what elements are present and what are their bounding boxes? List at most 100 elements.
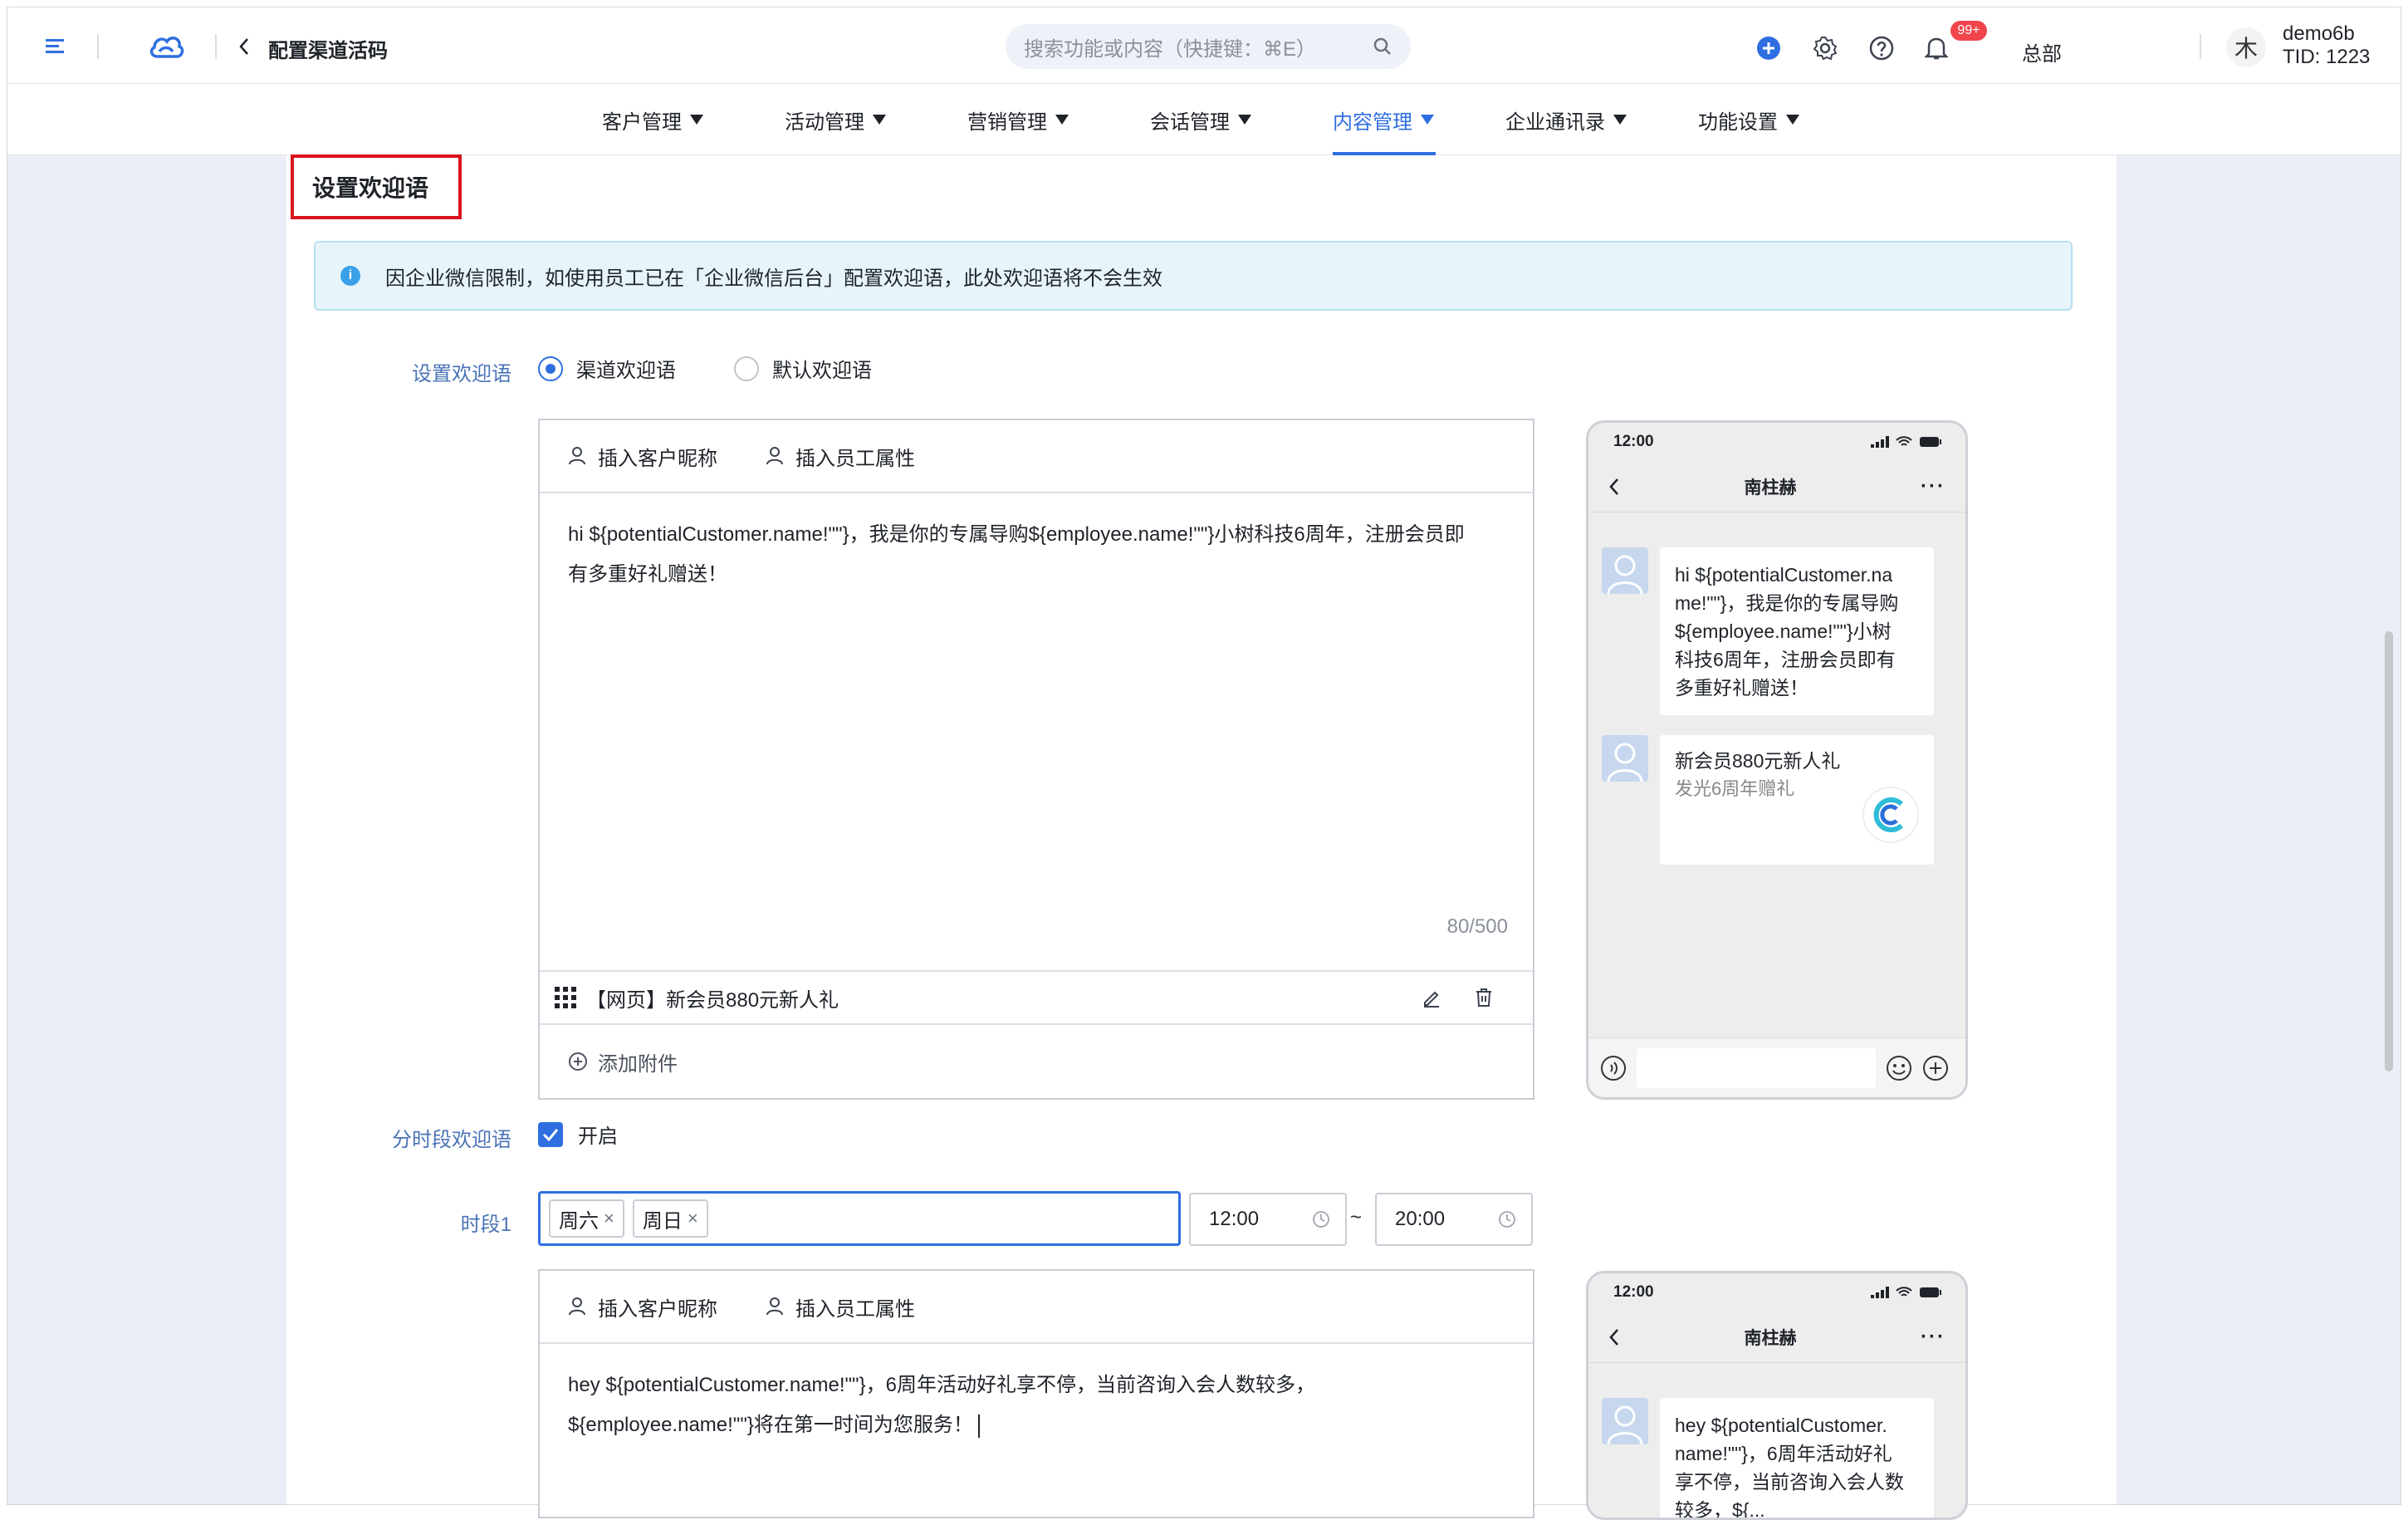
more-icon: ··· [1921,474,1945,498]
user-tid: TID: 1223 [2283,46,2371,68]
radio-channel-label[interactable]: 渠道欢迎语 [576,354,676,383]
timed-text-line: hey ${potentialCustomer.name!""}，6周年活动好礼… [568,1374,1315,1396]
back-arrow-icon [1609,478,1618,495]
user-name: demo6b [2283,22,2355,45]
end-time-picker[interactable]: 20:00 [1375,1193,1533,1246]
start-time-picker[interactable]: 12:00 [1189,1193,1347,1246]
user-icon [569,447,585,465]
radio-default-label[interactable]: 默认欢迎语 [772,354,872,383]
nav-feature-settings[interactable]: 功能设置 [1698,84,1799,155]
user-icon [766,447,783,465]
page-scrollbar[interactable] [2385,631,2393,1071]
close-icon[interactable]: × [604,1208,614,1229]
text-cursor [977,1414,980,1438]
insert-customer-label: 插入客户昵称 [598,447,717,470]
attachment-name: 【网页】新会员880元新人礼 [586,988,839,1012]
avatar[interactable]: 木 [2226,27,2266,67]
welcome-text-line: hi ${potentialCustomer.name!""}，我是你的专属导购… [568,523,1465,546]
edit-icon[interactable] [1422,988,1441,1008]
nav-content-management[interactable]: 内容管理 [1333,84,1434,155]
caret-down-icon [690,115,703,125]
info-icon: i [340,266,360,286]
bubble-line: ${employee.name!""}小树 [1675,620,1892,642]
attachment-actions [1422,988,1493,1008]
welcome-textarea[interactable]: hi ${potentialCustomer.name!""}，我是你的专属导购… [540,493,1533,970]
phone-input-bar [1588,1037,1965,1097]
add-attachment-button[interactable]: 添加附件 [540,1025,1533,1098]
day-tag: 周日 × [632,1199,708,1238]
nav-conversation-management[interactable]: 会话管理 [1150,84,1251,155]
org-switcher[interactable]: 总部 [2022,37,2062,66]
back-arrow-icon [1609,1328,1618,1346]
card-title: 新会员880元新人礼 [1675,750,1841,772]
main-nav: 客户管理 活动管理 营销管理 会话管理 内容管理 企业通讯录 功能设置 [7,84,2401,155]
phone-status-bar: 12:00 [1588,1273,1965,1312]
notification-badge: 99+ [1950,21,1987,41]
insert-customer-nickname-button[interactable]: 插入客户昵称 [568,1292,717,1321]
bell-icon[interactable] [1924,36,1949,61]
bubble-line: 科技6周年，注册会员即有 [1675,649,1896,670]
day-tag-label: 周六 [559,1209,599,1233]
timed-welcome-toggle[interactable]: 开启 [538,1120,618,1149]
plus-circle-icon [1923,1055,1948,1081]
top-bar: 配置渠道活码 搜索功能或内容（快捷键：⌘E） 99+ 总部 木 demo6b T… [7,7,2401,84]
help-icon[interactable] [1869,36,1894,61]
bubble-line: me!""}，我是你的专属导购 [1675,592,1899,614]
radio-default[interactable] [734,355,759,381]
insert-customer-nickname-button[interactable]: 插入客户昵称 [568,442,717,471]
add-circle-icon [569,1052,587,1071]
timed-welcome-textarea[interactable]: hey ${potentialCustomer.name!""}，6周年活动好礼… [540,1344,1533,1467]
menu-icon[interactable] [44,34,69,59]
signal-icon [1871,436,1889,448]
attachment-row: 【网页】新会员880元新人礼 [540,970,1533,1025]
add-icon[interactable] [1756,36,1781,61]
timed-welcome-label: 分时段欢迎语 [392,1129,511,1151]
notice-text: 因企业微信限制，如使用员工已在「企业微信后台」配置欢迎语，此处欢迎语将不会生效 [385,267,1162,290]
phone-message: hey ${potentialCustomer. name!""}，6周年活动好… [1602,1398,1934,1518]
nav-enterprise-directory[interactable]: 企业通讯录 [1505,84,1627,155]
back-arrow-icon[interactable] [233,36,255,57]
radio-channel[interactable] [538,355,563,381]
emoji-icon [1887,1055,1911,1081]
caret-down-icon [873,115,886,125]
clock-icon [1313,1211,1329,1228]
message-bubble: hey ${potentialCustomer. name!""}，6周年活动好… [1660,1398,1934,1518]
nav-marketing-management[interactable]: 营销管理 [967,84,1069,155]
editor-toolbar: 插入客户昵称 插入员工属性 [540,420,1533,493]
bubble-line: 多重好礼赠送！ [1675,677,1808,699]
insert-employee-attr-button[interactable]: 插入员工属性 [766,442,915,471]
status-icons [1871,436,1942,448]
day-tag-label: 周日 [642,1209,683,1233]
gear-icon[interactable] [1813,36,1838,61]
caret-down-icon [1055,115,1069,125]
phone-preview: 12:00 南柱赫 ··· hi ${potentialCustomer.na … [1586,420,1968,1100]
welcome-type-radio-group: 渠道欢迎语 默认欢迎语 [538,354,872,383]
cloud-logo-icon [147,29,185,62]
search-placeholder: 搜索功能或内容（快捷键：⌘E） [1024,37,1317,61]
trash-icon[interactable] [1475,988,1493,1008]
phone-status-bar: 12:00 [1588,423,1965,461]
days-select[interactable]: 周六 × 周日 × [538,1191,1181,1246]
wifi-icon [1896,1287,1912,1297]
welcome-label: 设置欢迎语 [412,363,511,385]
day-tag: 周六 × [549,1199,624,1238]
search-input[interactable]: 搜索功能或内容（快捷键：⌘E） [1006,24,1411,69]
nav-customer-management[interactable]: 客户管理 [602,84,703,155]
battery-icon [1920,1287,1941,1297]
divider [97,34,99,59]
close-icon[interactable]: × [688,1208,698,1229]
nav-label: 功能设置 [1698,110,1778,134]
divider [215,34,217,59]
editor-toolbar: 插入客户昵称 插入员工属性 [540,1271,1533,1344]
caret-down-icon [1421,115,1434,125]
insert-employee-attr-button[interactable]: 插入员工属性 [766,1292,915,1321]
period-label: 时段1 [460,1214,511,1236]
nav-activity-management[interactable]: 活动管理 [785,84,886,155]
message-bubble: hi ${potentialCustomer.na me!""}，我是你的专属导… [1660,547,1934,715]
battery-icon [1920,437,1941,447]
status-icons [1871,1287,1942,1298]
bubble-line: 享不停，当前咨询入会人数 [1675,1471,1904,1493]
phone-contact-name: 南柱赫 [1744,1328,1797,1348]
caret-down-icon [1238,115,1251,125]
checkbox-checked[interactable] [538,1121,563,1147]
